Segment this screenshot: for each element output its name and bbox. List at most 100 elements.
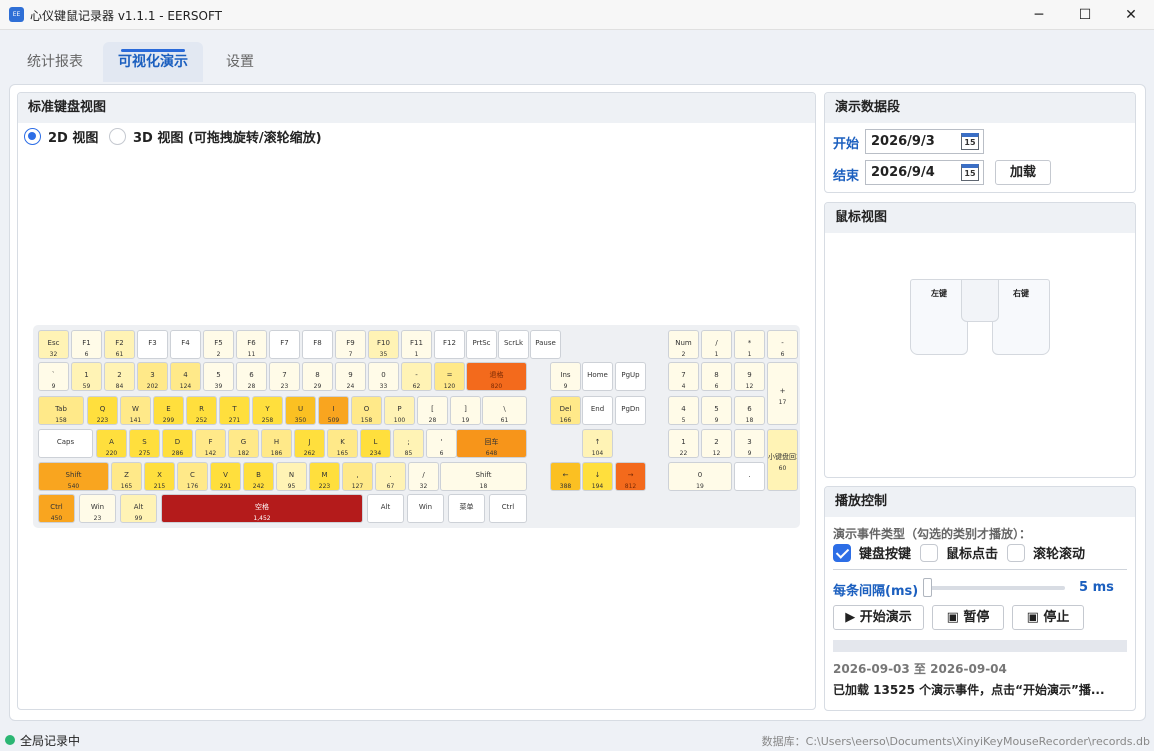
key-pause: Pause [530,330,561,359]
status-text: 已加载 13525 个演示事件，点击“开始演示”播... [833,683,1105,697]
minimize-button[interactable]: ─ [1016,0,1062,30]
key-tab: Tab 158 [38,396,84,425]
checkbox-mouse-click-box [920,543,938,562]
pause-label: 暂停 [963,610,990,625]
close-button[interactable]: ✕ [1108,0,1154,30]
key-count: 32 [49,351,58,358]
stop-icon: ▣ [1026,610,1039,625]
key-label: F3 [148,339,157,347]
key-count: 182 [237,450,250,457]
end-date-picker[interactable]: 2026/9/4 15 [865,160,984,185]
key-label: Del [559,405,572,413]
key-count: 262 [303,450,316,457]
key-d: D 286 [162,429,193,458]
key-rctrl: Ctrl [489,494,527,523]
key-equal: = 120 [434,362,465,391]
key-label: Win [90,503,105,511]
playback-panel-title: 播放控制 [825,487,1135,517]
key-label: M [321,471,328,479]
key-h: H 186 [261,429,292,458]
end-date-value: 2026/9/4 [871,165,935,180]
checkbox-keyboard-label: 键盘按键 [859,547,912,562]
radio-3d-indicator [109,128,126,145]
key-c: C 176 [177,462,208,491]
key-count: 165 [336,450,349,457]
key-label: ↓ [594,471,601,479]
key-label: Y [265,405,270,413]
calendar-icon[interactable]: 15 [961,164,979,181]
radio-2d-view[interactable]: 2D 视图 [24,127,98,146]
key-label: W [132,405,139,413]
key-label: F11 [410,339,423,347]
play-icon: ▶ [845,610,856,625]
key-label: 0 [697,471,703,479]
key-count: 6 [439,450,444,457]
key-count: 223 [96,417,109,424]
key-label: ' [440,438,443,446]
key-kp7: 74 [668,362,699,391]
key-label: \ [503,405,506,413]
maximize-button[interactable]: ☐ [1062,0,1108,30]
load-button[interactable]: 加载 [995,160,1051,185]
key-down: ↓ 194 [582,462,613,491]
checkbox-scroll[interactable]: 滚轮滚动 [1007,543,1085,562]
keyboard-heatmap: Esc 32 F1 6 F2 61 F3 F4 F5 2 F6 11 F7 F8 F9 7 F10 35 F11 1 F… [33,325,800,528]
stop-button[interactable]: ▣ 停止 [1012,605,1084,630]
pause-button[interactable]: ▣ 暂停 [932,605,1004,630]
start-date-value: 2026/9/3 [871,134,935,149]
key-count: 19 [461,417,470,424]
key-count: 812 [624,483,637,490]
key-scrlk: ScrLk [498,330,529,359]
tab-visual-demo[interactable]: 可视化演示 [103,42,203,82]
key-label: O [363,405,370,413]
interval-slider-thumb[interactable] [923,578,932,597]
key-kpmul: * 1 [734,330,765,359]
key-count: 450 [50,515,63,522]
key-label: ↑ [594,438,601,446]
key-label: Shift [65,471,82,479]
tab-settings[interactable]: 设置 [210,42,270,82]
start-demo-button[interactable]: ▶ 开始演示 [833,605,924,630]
key-label: F6 [247,339,256,347]
key-d7: 7 23 [269,362,300,391]
key-count: 2 [681,351,686,358]
end-date-label: 结束 [833,169,860,184]
key-f3: F3 [137,330,168,359]
checkbox-mouse-click[interactable]: 鼠标点击 [920,543,998,562]
key-count: 18 [479,483,488,490]
key-f2: F2 61 [104,330,135,359]
key-label: F5 [214,339,223,347]
key-t: T 271 [219,396,250,425]
key-count: 60 [778,465,787,472]
key-count: 59 [82,383,91,390]
key-del: Del 166 [550,396,581,425]
calendar-icon[interactable]: 15 [961,133,979,150]
key-count: 127 [351,483,364,490]
key-lalt: Alt 99 [120,494,157,523]
interval-slider-track[interactable] [923,586,1065,590]
radio-3d-view[interactable]: 3D 视图 (可拖拽旋转/滚轮缩放) [109,127,322,146]
key-f8: F8 [302,330,333,359]
key-label: 8 [714,371,719,379]
key-kp1: 1 22 [668,429,699,458]
key-count: 1 [714,351,719,358]
key-label: F10 [377,339,390,347]
key-label: I [332,405,335,413]
checkbox-keyboard[interactable]: 键盘按键 [833,543,911,562]
key-label: 7 [282,371,287,379]
key-count: 158 [360,417,373,424]
key-label: 7 [681,371,686,379]
interval-label: 每条间隔(ms) [833,584,919,599]
key-label: ; [407,438,410,446]
key-pgup: PgUp [615,362,646,391]
key-left: ← 388 [550,462,581,491]
key-d0: 0 33 [368,362,399,391]
key-label: 8 [315,371,320,379]
key-kpadd: +17 [767,362,798,425]
database-label: 数据库： [761,735,806,748]
key-label: Esc [47,339,60,347]
interval-value: 5 ms [1079,580,1114,595]
start-date-picker[interactable]: 2026/9/3 15 [865,129,984,154]
tab-stats-report[interactable]: 统计报表 [14,42,96,82]
key-count: 9 [747,450,752,457]
